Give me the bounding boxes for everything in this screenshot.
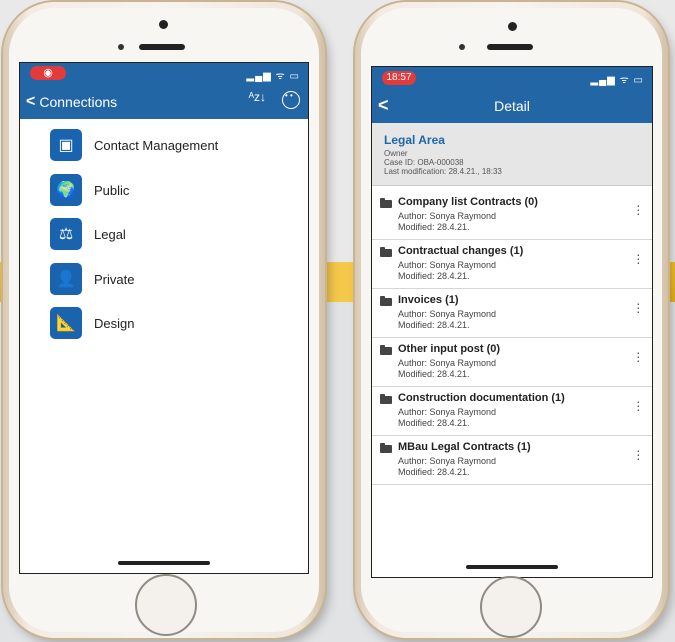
menu-item-label: Public xyxy=(94,182,130,198)
screen-left: ◉ ▂▄▆ ᯤ ▭ < Connections ᴬz↓ ▣ Contact Ma… xyxy=(19,62,309,574)
menu-item-private[interactable]: 👤 Private xyxy=(50,263,134,295)
folder-row[interactable]: Invoices (1) Author: Sonya Raymond Modif… xyxy=(372,289,652,338)
kebab-menu-icon[interactable]: · · · xyxy=(636,198,641,220)
nav-bar: < Connections ᴬz↓ xyxy=(20,85,308,119)
menu-item-label: Private xyxy=(94,271,135,287)
home-indicator[interactable] xyxy=(118,561,210,565)
folder-author: Author: Sonya Raymond xyxy=(398,358,497,368)
folder-author: Author: Sonya Raymond xyxy=(398,407,497,417)
folder-row[interactable]: Other input post (0) Author: Sonya Raymo… xyxy=(372,338,652,387)
kebab-menu-icon[interactable]: · · · xyxy=(636,443,641,465)
folder-row[interactable]: MBau Legal Contracts (1) Author: Sonya R… xyxy=(372,436,652,485)
status-bar: 18:57 ▂▄▆ ᯤ ▭ xyxy=(372,67,652,89)
folder-modified: Modified: 28.4.21. xyxy=(398,418,470,428)
kebab-menu-icon[interactable]: · · · xyxy=(636,247,641,269)
folder-name: Construction documentation (1) xyxy=(398,392,565,404)
contact-card-icon: ▣ xyxy=(50,129,82,161)
phone-right: 18:57 ▂▄▆ ᯤ ▭ < Detail Legal Area Owner … xyxy=(355,2,668,638)
menu-item-label: Legal xyxy=(94,226,126,242)
folder-name: Other input post (0) xyxy=(398,343,501,355)
home-indicator[interactable] xyxy=(466,565,558,569)
folder-author: Author: Sonya Raymond xyxy=(398,309,497,319)
signal-wifi-battery-icon: ▂▄▆ ᯤ ▭ xyxy=(590,75,644,86)
back-button[interactable]: < Connections xyxy=(26,93,117,111)
front-camera xyxy=(508,22,517,31)
status-time: 18:57 xyxy=(382,71,416,85)
area-title: Legal Area xyxy=(384,133,445,147)
folder-name: MBau Legal Contracts (1) xyxy=(398,441,531,453)
folder-name: Invoices (1) xyxy=(398,294,459,306)
folder-name: Contractual changes (1) xyxy=(398,245,524,257)
area-case-id: Case ID: OBA-000038 xyxy=(384,158,464,167)
area-last-modification: Last modification: 28.4.21., 18:33 xyxy=(384,167,502,176)
folder-modified: Modified: 28.4.21. xyxy=(398,222,470,232)
chevron-left-icon: < xyxy=(26,93,36,110)
folder-icon xyxy=(380,296,392,306)
folder-icon xyxy=(380,198,392,208)
folder-author: Author: Sonya Raymond xyxy=(398,456,497,466)
status-bar: ◉ ▂▄▆ ᯤ ▭ xyxy=(20,63,308,85)
folder-modified: Modified: 28.4.21. xyxy=(398,369,470,379)
screen-right: 18:57 ▂▄▆ ᯤ ▭ < Detail Legal Area Owner … xyxy=(371,66,653,578)
kebab-menu-icon[interactable]: · · · xyxy=(636,394,641,416)
folder-row[interactable]: Company list Contracts (0) Author: Sonya… xyxy=(372,191,652,240)
menu-item-label: Contact Management xyxy=(94,137,219,153)
scales-icon: ⚖ xyxy=(50,218,82,250)
page-title: Detail xyxy=(494,98,530,114)
kebab-menu-icon[interactable]: · · · xyxy=(636,296,641,318)
speaker-grille xyxy=(139,44,185,50)
menu-item-design[interactable]: 📐 Design xyxy=(50,307,134,339)
person-lock-icon: 👤 xyxy=(50,263,82,295)
menu-item-legal[interactable]: ⚖ Legal xyxy=(50,218,126,250)
area-role: Owner xyxy=(384,149,408,158)
home-button[interactable] xyxy=(135,574,197,636)
signal-wifi-battery-icon: ▂▄▆ ᯤ ▭ xyxy=(246,71,300,82)
folder-modified: Modified: 28.4.21. xyxy=(398,467,470,477)
home-button[interactable] xyxy=(480,576,542,638)
folder-author: Author: Sonya Raymond xyxy=(398,211,497,221)
record-icon: ◉ xyxy=(30,66,66,80)
menu-item-contact-management[interactable]: ▣ Contact Management xyxy=(50,129,218,161)
phone-left: ◉ ▂▄▆ ᯤ ▭ < Connections ᴬz↓ ▣ Contact Ma… xyxy=(3,2,325,638)
sensor xyxy=(459,44,465,50)
sort-az-icon[interactable]: ᴬz↓ xyxy=(249,91,266,103)
folder-icon xyxy=(380,345,392,355)
speaker-grille xyxy=(487,44,533,50)
menu-item-label: Design xyxy=(94,315,135,331)
globe-icon: 🌍 xyxy=(50,174,82,206)
folder-icon xyxy=(380,443,392,453)
back-label: Connections xyxy=(39,94,118,110)
folder-row[interactable]: Contractual changes (1) Author: Sonya Ra… xyxy=(372,240,652,289)
kebab-menu-icon[interactable]: · · · xyxy=(636,345,641,367)
more-circle-icon[interactable] xyxy=(282,91,300,109)
folder-author: Author: Sonya Raymond xyxy=(398,260,497,270)
nav-bar: < Detail xyxy=(372,89,652,123)
folder-modified: Modified: 28.4.21. xyxy=(398,320,470,330)
folder-row[interactable]: Construction documentation (1) Author: S… xyxy=(372,387,652,436)
area-header: Legal Area Owner Case ID: OBA-000038 Las… xyxy=(372,123,652,186)
sensor xyxy=(118,44,124,50)
menu-item-public[interactable]: 🌍 Public xyxy=(50,174,129,206)
folder-icon xyxy=(380,394,392,404)
front-camera xyxy=(159,20,168,29)
folder-icon xyxy=(380,247,392,257)
folder-name: Company list Contracts (0) xyxy=(398,196,538,208)
folder-modified: Modified: 28.4.21. xyxy=(398,271,470,281)
ruler-triangle-icon: 📐 xyxy=(50,307,82,339)
